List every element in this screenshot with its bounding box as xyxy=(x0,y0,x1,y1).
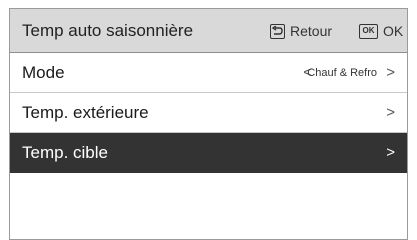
ok-button[interactable]: OK OK xyxy=(359,9,403,53)
back-button[interactable]: Retour xyxy=(270,9,332,53)
menu-item-outdoor-temp[interactable]: Temp. extérieure > xyxy=(10,93,407,133)
settings-screen: Temp auto saisonnière Retour OK OK Mode … xyxy=(9,8,408,240)
menu-item-label: Mode xyxy=(22,63,65,82)
menu-item-label: Temp. extérieure xyxy=(22,103,149,122)
header-bar: Temp auto saisonnière Retour OK OK xyxy=(10,9,407,53)
back-label: Retour xyxy=(290,23,333,39)
ok-label: OK xyxy=(383,23,404,39)
page-title: Temp auto saisonnière xyxy=(22,21,194,40)
menu-item-mode[interactable]: Mode < Chauf & Refro > xyxy=(10,53,407,93)
mode-value: Chauf & Refro xyxy=(307,67,377,79)
ok-icon: OK xyxy=(359,23,378,39)
chevron-right-icon[interactable]: > xyxy=(386,53,395,93)
back-arrow-icon xyxy=(270,23,285,39)
menu-item-target-temp[interactable]: Temp. cible > xyxy=(10,133,407,173)
chevron-right-icon: > xyxy=(386,144,395,161)
chevron-right-icon: > xyxy=(386,104,395,121)
menu-item-label: Temp. cible xyxy=(22,143,108,162)
